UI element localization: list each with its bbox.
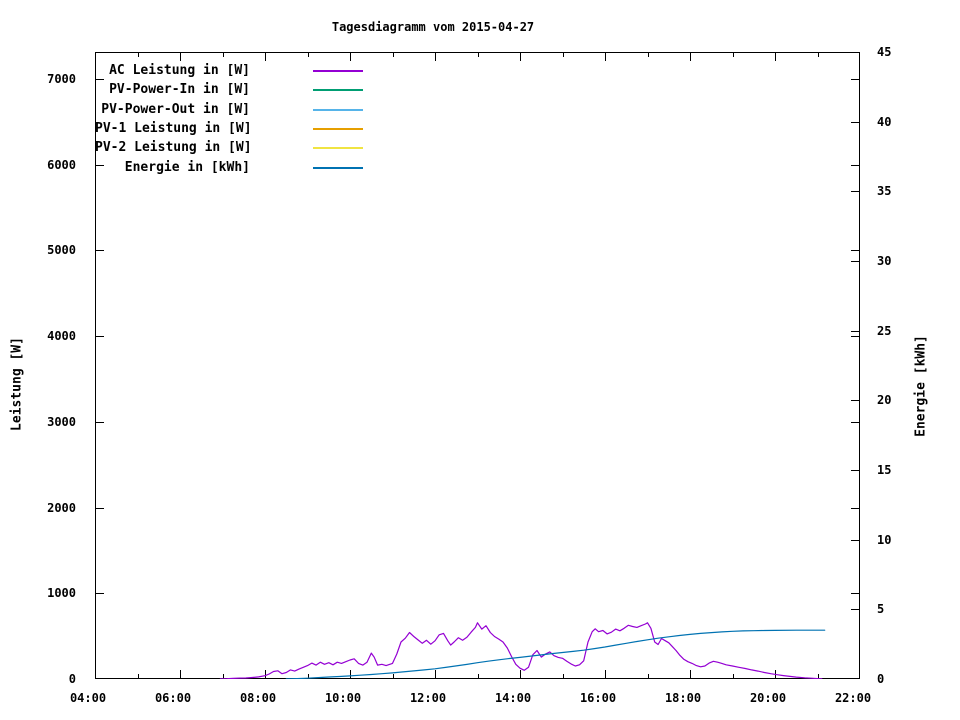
y-axis-right-tick-label: 0 — [877, 672, 885, 686]
x-axis-tick-label: 18:00 — [664, 691, 702, 705]
y-axis-right-tick-label: 15 — [877, 463, 892, 477]
y-axis-left-tick-label: 0 — [68, 672, 76, 686]
y-axis-left-tick-label: 2000 — [47, 500, 76, 515]
y-axis-right-tick-label: 25 — [877, 323, 892, 338]
x-axis-tick-label: 08:00 — [239, 691, 277, 705]
x-axis-tick-label: 16:00 — [579, 691, 617, 705]
legend-color-sample — [313, 89, 363, 92]
legend-row: PV-1 Leistung in [W] — [95, 120, 385, 138]
chart-canvas: Tagesdiagramm vom 2015-04-27 Leistung [W… — [0, 0, 960, 720]
y-axis-left-tick-label: 3000 — [47, 414, 76, 429]
x-axis-tick-label: 12:00 — [409, 691, 447, 705]
legend-row: AC Leistung in [W] — [95, 62, 385, 80]
legend-color-sample — [313, 70, 363, 72]
legend-color-sample — [313, 127, 363, 130]
y-axis-right-tick-label: 45 — [877, 45, 892, 59]
legend-label: PV-2 Leistung in [W] — [95, 140, 252, 156]
x-axis-tick-label: 10:00 — [324, 691, 362, 705]
x-axis-tick-label: 14:00 — [494, 691, 532, 705]
y-axis-right-tick-label: 5 — [877, 602, 885, 617]
x-axis-tick-label: 06:00 — [154, 691, 192, 705]
legend-label: PV-1 Leistung in [W] — [95, 120, 252, 136]
legend-label: PV-Power-In in [W] — [109, 82, 250, 98]
y-axis-right-tick-label: 30 — [877, 254, 892, 268]
y-axis-left-tick-label: 1000 — [47, 586, 76, 601]
y-axis-right-tick-label: 20 — [877, 393, 892, 408]
x-axis-tick-label: 22:00 — [834, 691, 872, 705]
plot-area: AC Leistung in [W] PV-Power-In in [W] PV-P… — [95, 52, 860, 679]
y-axis-right-tick-label: 35 — [877, 184, 892, 199]
legend-color-sample — [313, 147, 363, 150]
y-axis-right-tick-label: 40 — [877, 114, 892, 129]
y-axis-left-tick-label: 6000 — [47, 157, 76, 172]
legend-row: PV-2 Leistung in [W] — [95, 139, 385, 157]
legend-row: Energie in [kWh] — [95, 159, 385, 177]
legend-color-sample — [313, 108, 363, 111]
chart-title: Tagesdiagramm vom 2015-04-27 — [331, 20, 535, 34]
y-axis-left-tick-label: 7000 — [47, 72, 76, 86]
y-axis-left-tick-label: 4000 — [47, 329, 76, 344]
legend-row: PV-Power-Out in [W] — [95, 101, 385, 119]
y-axis-right-tick-label: 10 — [877, 532, 892, 547]
legend-label: AC Leistung in [W] — [109, 63, 250, 78]
series-line-energie — [285, 629, 826, 679]
x-axis-tick-label: 20:00 — [749, 691, 787, 705]
legend-label: Energie in [kWh] — [124, 159, 250, 175]
legend-row: PV-Power-In in [W] — [95, 81, 385, 99]
y-axis-right-title: Energie [kWh] — [913, 335, 929, 437]
y-axis-left-tick-label: 5000 — [47, 243, 76, 258]
legend-color-sample — [313, 166, 363, 169]
x-axis-tick-label: 04:00 — [69, 691, 107, 705]
legend-label: PV-Power-Out in [W] — [101, 101, 250, 117]
